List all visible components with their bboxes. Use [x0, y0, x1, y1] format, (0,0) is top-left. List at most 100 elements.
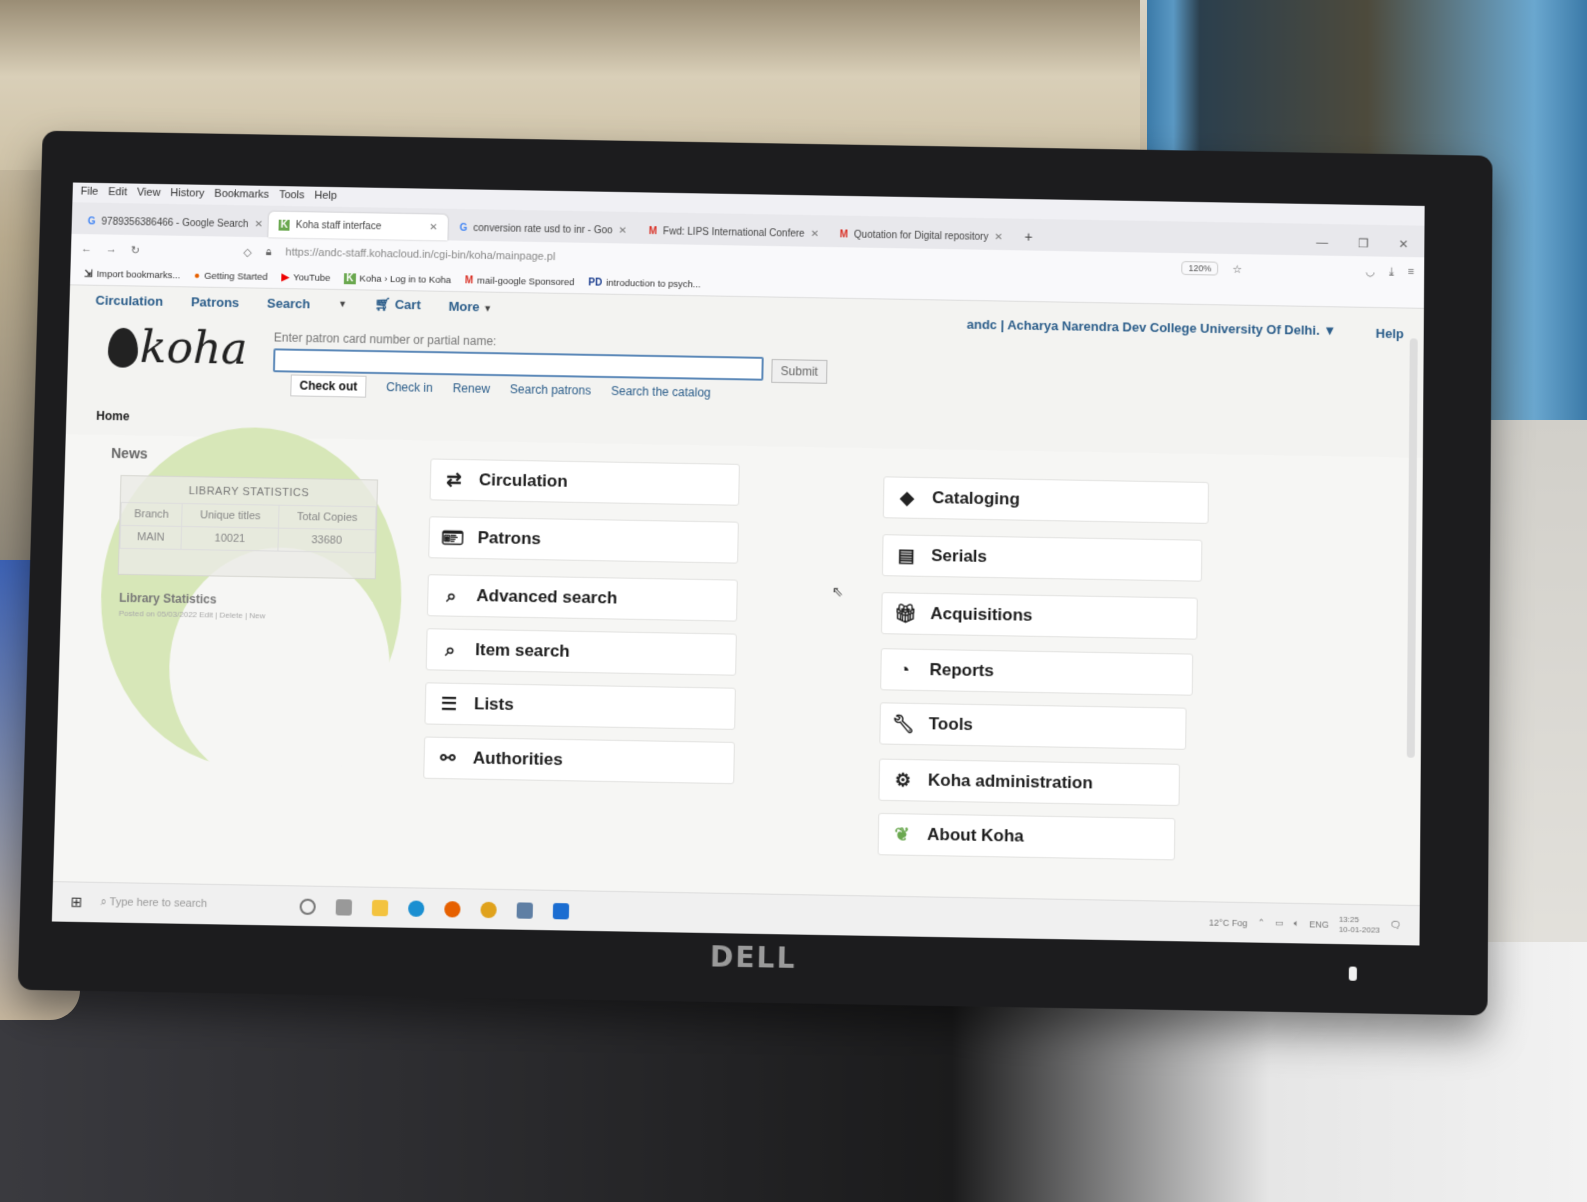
- tray-chevron-icon[interactable]: ⌃: [1257, 917, 1265, 928]
- module-label: Lists: [473, 694, 514, 714]
- tab-gmail-lips[interactable]: M Fwd: LIPS International Confere ✕: [639, 218, 828, 247]
- clock-date: 10-01-2023: [1338, 924, 1380, 935]
- widgets-icon[interactable]: [335, 898, 352, 916]
- module-circulation-button[interactable]: ⇄ Circulation: [429, 458, 740, 506]
- cart-label: Cart: [394, 296, 421, 313]
- reload-icon[interactable]: ↻: [131, 243, 141, 256]
- news-item-title: Library Statistics: [118, 590, 217, 607]
- caret-down-icon[interactable]: ▼: [338, 299, 347, 309]
- pocket-icon[interactable]: ◡: [1365, 265, 1375, 278]
- table-cell: 33680: [277, 528, 376, 553]
- menu-tools[interactable]: Tools: [279, 189, 305, 203]
- file-explorer-icon[interactable]: [371, 899, 389, 916]
- menu-bookmarks[interactable]: Bookmarks: [214, 188, 269, 203]
- bookmark-mail-google[interactable]: Mmail-google Sponsored: [465, 275, 575, 288]
- close-icon[interactable]: ✕: [810, 228, 819, 239]
- module-about-koha-button[interactable]: ❦ About Koha: [877, 812, 1176, 861]
- library-stats-box: LIBRARY STATISTICS Branch Unique titles …: [117, 475, 379, 580]
- restore-icon[interactable]: ❐: [1358, 236, 1369, 250]
- taskbar-apps: [299, 898, 569, 919]
- chrome-icon[interactable]: [480, 901, 497, 918]
- volume-icon[interactable]: 🔈︎: [1294, 918, 1300, 929]
- system-tray: 12°C Fog ⌃ ▭ 🔈︎ ENG 13:25 10-01-2023 🗨︎: [1209, 912, 1402, 936]
- close-window-icon[interactable]: ✕: [1398, 237, 1408, 251]
- bookmark-label: Getting Started: [203, 270, 268, 283]
- tab-renew[interactable]: Renew: [452, 381, 491, 400]
- weather-widget[interactable]: 12°C Fog: [1209, 917, 1247, 928]
- nav-circulation[interactable]: Circulation: [95, 292, 163, 308]
- tab-search-catalog[interactable]: Search the catalog: [611, 384, 711, 404]
- close-icon[interactable]: ✕: [254, 219, 263, 230]
- tab-conversion-rate[interactable]: G conversion rate usd to inr - Goo ✕: [449, 215, 637, 244]
- bookmark-koha-login[interactable]: K Koha › Log in to Koha: [344, 273, 451, 286]
- module-tools-button[interactable]: 🔧︎ Tools: [879, 702, 1187, 750]
- network-icon[interactable]: ▭: [1275, 918, 1284, 929]
- koha-logo[interactable]: koha: [107, 322, 248, 375]
- hamburger-menu-icon[interactable]: ≡: [1408, 266, 1414, 278]
- tab-check-out[interactable]: Check out: [290, 374, 367, 398]
- module-serials-button[interactable]: ▤ Serials: [881, 534, 1203, 582]
- language-indicator[interactable]: ENG: [1309, 919, 1329, 929]
- taskbar-search[interactable]: ⌕ Type here to search: [100, 896, 281, 912]
- module-advanced-search-button[interactable]: ⌕ Advanced search: [426, 574, 738, 622]
- tab-google-search[interactable]: G 9789356386466 - Google Search ✕: [77, 208, 267, 237]
- firefox-icon[interactable]: [443, 900, 461, 918]
- column-header: Total Copies: [278, 505, 376, 530]
- lock-icon: 🔒︎: [265, 245, 272, 258]
- notification-icon[interactable]: 🗨︎: [1390, 920, 1402, 931]
- menu-edit[interactable]: Edit: [108, 186, 127, 200]
- bookmark-psych[interactable]: PD introduction to psych...: [588, 277, 701, 290]
- logo-text: koha: [139, 322, 248, 375]
- tab-check-in[interactable]: Check in: [386, 380, 433, 399]
- download-icon[interactable]: ⤓: [1389, 265, 1394, 278]
- module-authorities-button[interactable]: ⚯ Authorities: [423, 736, 735, 785]
- module-label: Cataloging: [931, 488, 1020, 509]
- module-koha-administration-button[interactable]: ⚙ Koha administration: [878, 758, 1180, 807]
- windows-start-icon[interactable]: ⊞: [70, 894, 82, 911]
- help-link[interactable]: Help: [1376, 326, 1404, 341]
- tab-koha-staff[interactable]: K Koha staff interface ✕: [268, 211, 448, 241]
- menu-file[interactable]: File: [80, 186, 98, 200]
- tab-gmail-quotation[interactable]: M Quotation for Digital repository ✕: [830, 221, 1013, 250]
- new-tab-button[interactable]: +: [1014, 223, 1042, 251]
- menu-view[interactable]: View: [137, 187, 161, 201]
- tab-search-patrons[interactable]: Search patrons: [510, 382, 591, 401]
- back-icon[interactable]: ←: [81, 243, 92, 255]
- module-patrons-button[interactable]: 🪪︎ Patrons: [428, 516, 739, 564]
- pd-icon: PD: [588, 277, 603, 289]
- close-icon[interactable]: ✕: [429, 222, 438, 233]
- gmail-icon: M: [839, 228, 849, 240]
- menu-history[interactable]: History: [170, 187, 204, 201]
- module-cataloging-button[interactable]: ◆ Cataloging: [882, 476, 1209, 524]
- module-reports-button[interactable]: ◔ Reports: [880, 648, 1194, 696]
- module-acquisitions-button[interactable]: 🎁︎ Acquisitions: [881, 592, 1198, 640]
- module-item-search-button[interactable]: ⌕ Item search: [425, 628, 737, 676]
- nav-more[interactable]: More ▼: [448, 298, 492, 314]
- menu-help[interactable]: Help: [314, 190, 337, 204]
- zoom-level[interactable]: 120%: [1181, 261, 1219, 276]
- edge-icon[interactable]: [407, 899, 425, 917]
- module-lists-button[interactable]: ☰ Lists: [424, 682, 736, 730]
- minimize-icon[interactable]: —: [1316, 236, 1328, 250]
- breadcrumb[interactable]: Home: [96, 409, 130, 423]
- bookmark-getting-started[interactable]: ● Getting Started: [194, 271, 268, 283]
- forward-icon[interactable]: →: [106, 243, 117, 255]
- search-icon: ⌕: [100, 896, 110, 909]
- bookmark-youtube[interactable]: ▶ YouTube: [281, 272, 330, 284]
- nav-patrons[interactable]: Patrons: [191, 294, 240, 310]
- koha-icon: K: [278, 219, 290, 231]
- module-label: Reports: [929, 660, 995, 681]
- bookmark-import[interactable]: ⇲ Import bookmarks...: [84, 269, 180, 282]
- nav-search[interactable]: Search: [267, 295, 311, 311]
- clock[interactable]: 13:25 10-01-2023: [1339, 914, 1380, 935]
- submit-button[interactable]: Submit: [771, 359, 828, 384]
- nav-cart[interactable]: 🛒︎ Cart: [375, 297, 421, 314]
- google-icon: G: [87, 215, 96, 227]
- close-icon[interactable]: ✕: [618, 225, 627, 236]
- close-icon[interactable]: ✕: [994, 232, 1002, 243]
- outlook-icon[interactable]: [552, 902, 569, 919]
- calculator-icon[interactable]: [516, 901, 533, 919]
- bookmark-star-icon[interactable]: ☆: [1232, 262, 1242, 275]
- task-view-icon[interactable]: [299, 898, 316, 915]
- tab-label: Quotation for Digital repository: [853, 229, 989, 243]
